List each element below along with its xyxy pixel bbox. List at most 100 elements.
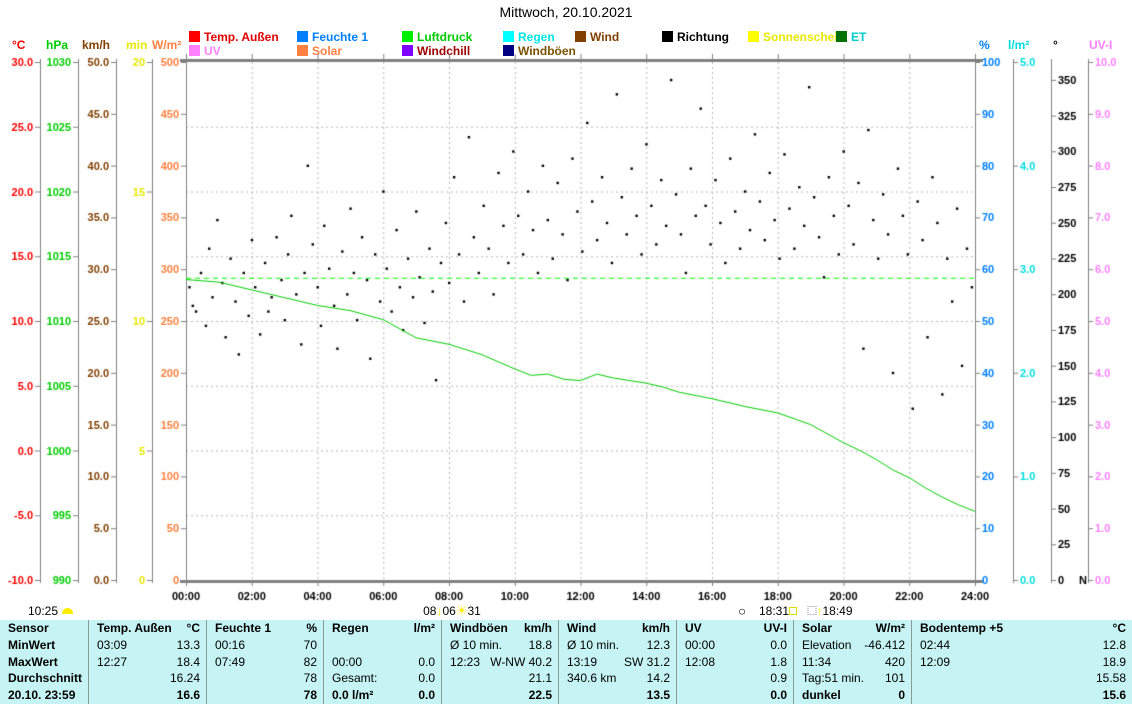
stat-cell: 00:00 0.0 — [676, 637, 793, 654]
stat-cell: 21.1 — [441, 670, 558, 687]
stat-cell-time: 00:16 — [215, 637, 245, 654]
stat-cell: 12:0918.9 — [911, 654, 1132, 671]
stat-cell: 78 — [206, 687, 323, 704]
stat-cell-time: 03:09 — [97, 637, 127, 654]
stat-cell-time: 12:08 — [685, 654, 715, 671]
stat-cell-value: 70 — [304, 637, 317, 654]
stat-cell: 12:23 W-NW 40.2 — [441, 654, 558, 671]
stat-cell-time: 340.6 km — [567, 670, 616, 687]
stat-cell: 340.6 km14.2 — [558, 670, 676, 687]
stat-cell-time: 02:44 — [920, 637, 950, 654]
moon-circle-icon: ○ — [738, 603, 746, 618]
stat-row-label: Sensor — [0, 620, 88, 637]
stat-cell-value: 12.8 — [1103, 637, 1126, 654]
stat-cell: 00:16 70 — [206, 637, 323, 654]
stat-cell-value: 1.8 — [770, 654, 787, 671]
stat-cell-time: dunkel — [802, 687, 841, 704]
stat-col-name: Temp. Außen — [97, 620, 172, 637]
stat-cell-value: W-NW 40.2 — [490, 654, 552, 671]
stat-cell-value: 12.3 — [647, 637, 670, 654]
dotted-icon — [807, 606, 816, 615]
stat-cell-time: 0.0 l/m² — [332, 687, 373, 704]
stat-col-header-7: SolarW/m² — [793, 620, 911, 637]
stat-col-header-3: Regen l/m² — [323, 620, 441, 637]
stat-cell-value: 18.4 — [177, 654, 200, 671]
marker-time-label: 18:31 — [759, 604, 789, 618]
stat-cell-time: Ø 10 min. — [567, 637, 619, 654]
stat-cell: 0.0 — [676, 687, 793, 704]
stat-cell-time: 12:27 — [97, 654, 127, 671]
stat-cell: 13:19SW 31.2 — [558, 654, 676, 671]
hump-icon — [62, 608, 73, 614]
stat-cell: 12:27 18.4 — [88, 654, 206, 671]
stat-col-unit: % — [306, 620, 317, 637]
stat-col-name: Bodentemp +5 — [920, 620, 1003, 637]
sun-icon: ☀ — [456, 603, 468, 618]
marker-time-label: 31 — [468, 604, 481, 618]
stat-cell-time: 12:23 — [450, 654, 480, 671]
sunset-marker: ↑18:49 — [807, 603, 852, 618]
stat-col-unit: W/m² — [876, 620, 905, 637]
stat-row-label: MaxWert — [0, 654, 88, 671]
stat-row-label: MinWert — [0, 637, 88, 654]
stat-col-unit: °C — [1113, 620, 1126, 637]
marker-time-label: 18:49 — [822, 604, 852, 618]
weather-app-window: Mittwoch, 20.10.2021 Temp. AußenFeuchte … — [0, 0, 1132, 704]
stat-cell: 11:34 420 — [793, 654, 911, 671]
stat-cell-value: 78 — [304, 670, 317, 687]
stat-cell-time: 00:00 — [685, 637, 715, 654]
stat-cell-value: 101 — [885, 670, 905, 687]
stat-cell-value: 0.9 — [770, 670, 787, 687]
stat-col-unit: l/m² — [414, 620, 435, 637]
stat-cell: 15.6 — [911, 687, 1132, 704]
stat-cell: 00:00 0.0 — [323, 654, 441, 671]
marker-time-label: 08 — [423, 604, 436, 618]
stat-cell: 03:09 13.3 — [88, 637, 206, 654]
stat-cell-value: 0.0 — [418, 670, 435, 687]
stat-col-header-5: Windkm/h — [558, 620, 676, 637]
stat-col-header-1: Temp. Außen°C — [88, 620, 206, 637]
stat-cell: 78 — [206, 670, 323, 687]
stat-cell-value: -46.412 — [864, 637, 905, 654]
stat-cell-time: 07:49 — [215, 654, 245, 671]
stat-cell-value: 21.1 — [529, 670, 552, 687]
stat-col-header-6: UVUV-I — [676, 620, 793, 637]
stat-cell: Elevation -46.412 — [793, 637, 911, 654]
stat-cell-time: Ø 10 min. — [450, 637, 502, 654]
stat-col-header-4: Windböenkm/h — [441, 620, 558, 637]
stat-col-name: Feuchte 1 — [215, 620, 271, 637]
stat-row-label: Durchschnitt — [0, 670, 88, 687]
stat-cell-time: 00:00 — [332, 654, 362, 671]
stat-cell: Ø 10 min. 18.8 — [441, 637, 558, 654]
stat-cell: 02:44 12.8 — [911, 637, 1132, 654]
stat-col-name: Regen — [332, 620, 369, 637]
moonrise-marker: 10:25 — [28, 603, 73, 618]
stat-col-unit: UV-I — [764, 620, 787, 637]
stat-cell-value: 18.9 — [1103, 654, 1126, 671]
square-icon — [789, 607, 797, 615]
stat-cell-value: 420 — [885, 654, 905, 671]
weather-chart-canvas — [0, 0, 1132, 604]
stat-cell-value: 15.58 — [1096, 670, 1126, 687]
stat-cell: 16.6 — [88, 687, 206, 704]
stat-cell-value: 16.6 — [177, 687, 200, 704]
stat-cell-value: 22.5 — [529, 687, 552, 704]
stat-cell-value: 82 — [304, 654, 317, 671]
stat-cell-value: 0 — [898, 687, 905, 704]
stat-cell-value: 15.6 — [1103, 687, 1126, 704]
stat-cell: Tag:51 min.101 — [793, 670, 911, 687]
stat-cell-value: 0.0 — [418, 654, 435, 671]
stat-cell: 0.0 l/m² 0.0 — [323, 687, 441, 704]
stat-cell-time: 13:19 — [567, 654, 597, 671]
stat-cell: 13.5 — [558, 687, 676, 704]
stat-cell-time: 11:34 — [802, 654, 831, 671]
stat-cell: Gesamt:0.0 — [323, 670, 441, 687]
stat-cell-value: 0.0 — [418, 687, 435, 704]
stat-cell-value: 0.0 — [770, 637, 787, 654]
stat-cell-value: 13.3 — [177, 637, 200, 654]
stat-cell-time: Elevation — [802, 637, 851, 654]
stat-cell-value: 18.8 — [529, 637, 552, 654]
stat-cell: 15.58 — [911, 670, 1132, 687]
stat-col-name: Windböen — [450, 620, 508, 637]
stat-cell: Ø 10 min. 12.3 — [558, 637, 676, 654]
